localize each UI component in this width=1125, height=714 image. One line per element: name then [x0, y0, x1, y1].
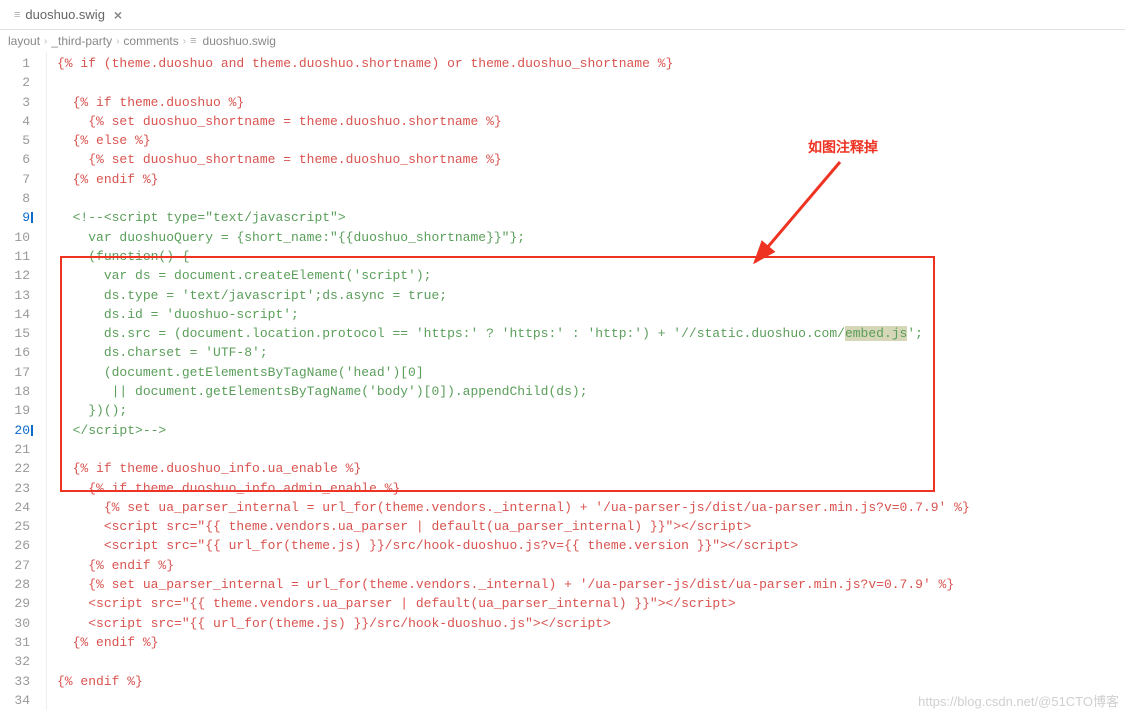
file-icon: ≡ [14, 9, 20, 21]
line-number: 20 [0, 421, 30, 440]
code-line[interactable]: })(); [57, 401, 1125, 420]
line-number: 2 [0, 73, 30, 92]
code-line[interactable]: </script>--> [57, 421, 1125, 440]
code-line[interactable]: (document.getElementsByTagName('head')[0… [57, 363, 1125, 382]
code-line[interactable] [57, 652, 1125, 671]
line-number: 24 [0, 498, 30, 517]
code-line[interactable]: {% endif %} [57, 170, 1125, 189]
code-line[interactable]: {% if theme.duoshuo_info.admin_enable %} [57, 479, 1125, 498]
code-line[interactable]: {% if theme.duoshuo_info.ua_enable %} [57, 459, 1125, 478]
code-line[interactable]: {% set duoshuo_shortname = theme.duoshuo… [57, 112, 1125, 131]
code-line[interactable]: ds.src = (document.location.protocol == … [57, 324, 1125, 343]
tab-duoshuo[interactable]: ≡ duoshuo.swig × [6, 3, 130, 27]
line-number: 25 [0, 517, 30, 536]
crumb-comments[interactable]: comments [123, 34, 178, 48]
line-number: 28 [0, 575, 30, 594]
line-number: 18 [0, 382, 30, 401]
line-number: 33 [0, 672, 30, 691]
file-icon: ≡ [190, 35, 196, 47]
line-number: 10 [0, 228, 30, 247]
line-number: 23 [0, 479, 30, 498]
code-line[interactable] [57, 189, 1125, 208]
breadcrumb: layout › _third-party › comments › ≡ duo… [0, 30, 1125, 52]
code-line[interactable]: <script src="{{ url_for(theme.js) }}/src… [57, 614, 1125, 633]
code-line[interactable]: {% set ua_parser_internal = url_for(them… [57, 575, 1125, 594]
line-number: 30 [0, 614, 30, 633]
watermark: https://blog.csdn.net/@51CTO博客 [918, 691, 1119, 710]
line-number: 19 [0, 401, 30, 420]
code-line[interactable]: {% if (theme.duoshuo and theme.duoshuo.s… [57, 54, 1125, 73]
line-number: 21 [0, 440, 30, 459]
line-number: 26 [0, 536, 30, 555]
close-icon[interactable]: × [114, 7, 122, 23]
code-line[interactable]: || document.getElementsByTagName('body')… [57, 382, 1125, 401]
code-line[interactable]: {% endif %} [57, 672, 1125, 691]
line-number: 7 [0, 170, 30, 189]
line-number: 32 [0, 652, 30, 671]
code-line[interactable]: {% endif %} [57, 633, 1125, 652]
code-line[interactable]: ds.id = 'duoshuo-script'; [57, 305, 1125, 324]
line-number: 3 [0, 93, 30, 112]
crumb-file[interactable]: duoshuo.swig [203, 34, 276, 48]
code-line[interactable]: {% endif %} [57, 556, 1125, 575]
line-number: 34 [0, 691, 30, 710]
code-line[interactable]: var duoshuoQuery = {short_name:"{{duoshu… [57, 228, 1125, 247]
code-area[interactable]: {% if (theme.duoshuo and theme.duoshuo.s… [46, 52, 1125, 710]
line-number: 15 [0, 324, 30, 343]
code-line[interactable]: {% if theme.duoshuo %} [57, 93, 1125, 112]
line-gutter: 1234567891011121314151617181920212223242… [0, 52, 46, 710]
code-line[interactable]: (function() { [57, 247, 1125, 266]
line-number: 9 [0, 208, 30, 227]
tab-bar: ≡ duoshuo.swig × [0, 0, 1125, 30]
crumb-third-party[interactable]: _third-party [51, 34, 112, 48]
line-number: 6 [0, 150, 30, 169]
line-number: 27 [0, 556, 30, 575]
code-editor[interactable]: 1234567891011121314151617181920212223242… [0, 52, 1125, 710]
line-number: 31 [0, 633, 30, 652]
line-number: 29 [0, 594, 30, 613]
line-number: 4 [0, 112, 30, 131]
code-line[interactable]: var ds = document.createElement('script'… [57, 266, 1125, 285]
code-line[interactable]: {% set duoshuo_shortname = theme.duoshuo… [57, 150, 1125, 169]
line-number: 12 [0, 266, 30, 285]
code-line[interactable]: <!--<script type="text/javascript"> [57, 208, 1125, 227]
line-number: 13 [0, 286, 30, 305]
chevron-right-icon: › [183, 36, 186, 47]
annotation-label: 如图注释掉 [808, 137, 878, 157]
line-number: 16 [0, 343, 30, 362]
line-number: 11 [0, 247, 30, 266]
code-line[interactable]: ds.charset = 'UTF-8'; [57, 343, 1125, 362]
line-number: 17 [0, 363, 30, 382]
code-line[interactable] [57, 440, 1125, 459]
line-number: 1 [0, 54, 30, 73]
line-number: 8 [0, 189, 30, 208]
line-number: 5 [0, 131, 30, 150]
code-line[interactable]: {% else %} [57, 131, 1125, 150]
chevron-right-icon: › [116, 36, 119, 47]
chevron-right-icon: › [44, 36, 47, 47]
code-line[interactable]: {% set ua_parser_internal = url_for(them… [57, 498, 1125, 517]
code-line[interactable]: <script src="{{ url_for(theme.js) }}/src… [57, 536, 1125, 555]
code-line[interactable]: <script src="{{ theme.vendors.ua_parser … [57, 594, 1125, 613]
code-line[interactable] [57, 73, 1125, 92]
line-number: 22 [0, 459, 30, 478]
code-line[interactable]: ds.type = 'text/javascript';ds.async = t… [57, 286, 1125, 305]
crumb-layout[interactable]: layout [8, 34, 40, 48]
code-line[interactable]: <script src="{{ theme.vendors.ua_parser … [57, 517, 1125, 536]
tab-label: duoshuo.swig [25, 7, 105, 22]
line-number: 14 [0, 305, 30, 324]
